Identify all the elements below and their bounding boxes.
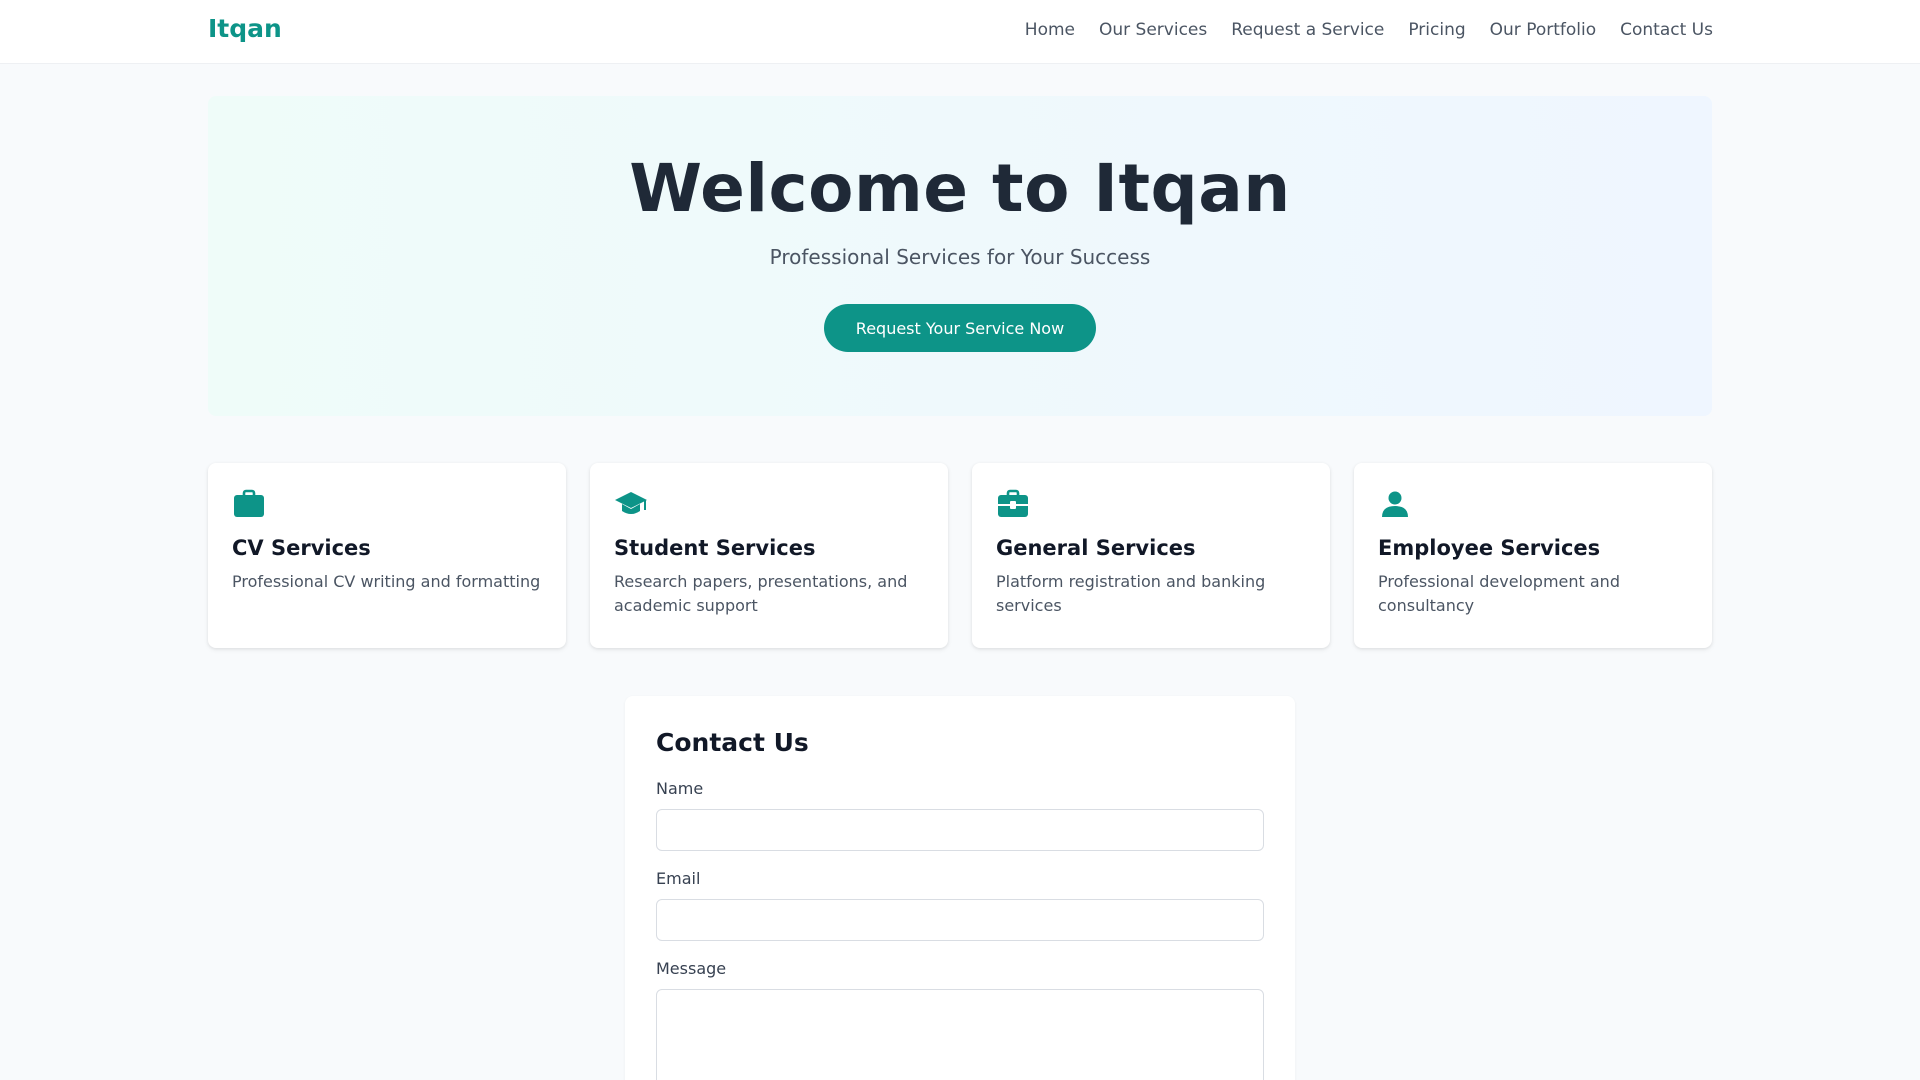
card-title: General Services [996, 536, 1196, 560]
email-label: Email [656, 869, 701, 888]
service-card-cv[interactable]: CV Services Professional CV writing and … [208, 463, 566, 648]
nav-link-request-a-service[interactable]: Request a Service [1231, 20, 1384, 40]
card-description: Professional development and consultancy [1378, 572, 1620, 615]
services-grid: CV Services Professional CV writing and … [208, 463, 1712, 648]
toolbox-icon [998, 489, 1028, 517]
card-description: Platform registration and banking servic… [996, 572, 1266, 615]
card-description: Research papers, presentations, and acad… [614, 572, 908, 615]
hero-title: Welcome to Itqan [629, 150, 1291, 227]
card-title: Student Services [614, 536, 816, 560]
navbar: Itqan Home Our Services Request a Servic… [0, 0, 1920, 64]
graduation-cap-icon [615, 492, 647, 514]
nav-link-our-portfolio[interactable]: Our Portfolio [1490, 20, 1596, 40]
contact-title: Contact Us [656, 728, 809, 757]
request-service-button[interactable]: Request Your Service Now [824, 304, 1096, 352]
service-card-employee[interactable]: Employee Services Professional developme… [1354, 463, 1712, 648]
user-icon [1382, 491, 1408, 517]
nav-link-contact-us[interactable]: Contact Us [1620, 20, 1713, 40]
brand-logo[interactable]: Itqan [208, 14, 282, 43]
hero-subtitle: Professional Services for Your Success [769, 245, 1151, 269]
name-label: Name [656, 779, 704, 798]
name-field[interactable] [656, 809, 1264, 851]
card-title: Employee Services [1378, 536, 1601, 560]
briefcase-icon [234, 489, 264, 517]
nav-link-pricing[interactable]: Pricing [1408, 20, 1465, 40]
hero-section: Welcome to Itqan Professional Services f… [208, 96, 1712, 416]
nav-link-our-services[interactable]: Our Services [1099, 20, 1207, 40]
contact-form: Contact Us Name Email Message [625, 696, 1295, 1080]
service-card-general[interactable]: General Services Platform registration a… [972, 463, 1330, 648]
card-description: Professional CV writing and formatting [232, 572, 541, 591]
nav-link-home[interactable]: Home [1025, 20, 1075, 40]
card-title: CV Services [232, 536, 371, 560]
message-label: Message [656, 959, 727, 978]
nav-links: Home Our Services Request a Service Pric… [1025, 20, 1713, 40]
message-field[interactable] [656, 989, 1264, 1080]
service-card-student[interactable]: Student Services Research papers, presen… [590, 463, 948, 648]
email-field[interactable] [656, 899, 1264, 941]
